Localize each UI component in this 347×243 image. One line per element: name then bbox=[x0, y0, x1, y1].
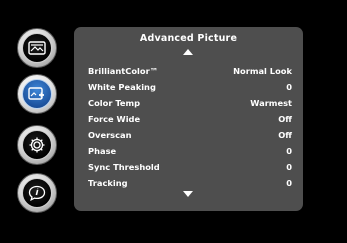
menu-item-label: White Peaking bbox=[88, 82, 156, 92]
menu-item-label: Tracking bbox=[88, 178, 128, 188]
advanced-picture-panel: Advanced Picture BrilliantColor™ Normal … bbox=[74, 27, 303, 211]
scroll-up-arrow-icon[interactable] bbox=[183, 49, 193, 55]
nav-settings-button[interactable] bbox=[17, 125, 57, 165]
menu-item-value: 0 bbox=[286, 162, 292, 172]
scroll-down-arrow-icon[interactable] bbox=[183, 191, 193, 197]
menu-item-label: Color Temp bbox=[88, 98, 141, 108]
menu-item-force-wide[interactable]: Force Wide Off bbox=[88, 111, 292, 127]
basic-picture-icon bbox=[22, 33, 52, 63]
menu-item-value: 0 bbox=[286, 82, 292, 92]
menu-item-label: Phase bbox=[88, 146, 117, 156]
menu-item-tracking[interactable]: Tracking 0 bbox=[88, 175, 292, 191]
menu-item-color-temp[interactable]: Color Temp Warmest bbox=[88, 95, 292, 111]
settings-gear-icon bbox=[22, 130, 52, 160]
menu-item-white-peaking[interactable]: White Peaking 0 bbox=[88, 79, 292, 95]
menu-item-value: Off bbox=[278, 130, 292, 140]
menu-item-phase[interactable]: Phase 0 bbox=[88, 143, 292, 159]
nav-basic-picture-button[interactable] bbox=[17, 28, 57, 68]
menu-item-overscan[interactable]: Overscan Off bbox=[88, 127, 292, 143]
menu-item-label: Overscan bbox=[88, 130, 132, 140]
nav-advanced-picture-button[interactable] bbox=[17, 74, 57, 114]
menu-item-value: Warmest bbox=[250, 98, 292, 108]
menu-item-value: 0 bbox=[286, 146, 292, 156]
menu-item-label: BrilliantColor™ bbox=[88, 66, 158, 76]
menu-item-label: Force Wide bbox=[88, 114, 141, 124]
osd-screen: Advanced Picture BrilliantColor™ Normal … bbox=[0, 0, 347, 243]
menu-item-value: Off bbox=[278, 114, 292, 124]
menu-item-value: Normal Look bbox=[233, 66, 292, 76]
nav-help-button[interactable] bbox=[17, 173, 57, 213]
advanced-picture-icon bbox=[22, 79, 52, 109]
menu-item-brilliantcolor[interactable]: BrilliantColor™ Normal Look bbox=[88, 63, 292, 79]
menu-item-label: Sync Threshold bbox=[88, 162, 160, 172]
menu-item-sync-threshold[interactable]: Sync Threshold 0 bbox=[88, 159, 292, 175]
help-info-icon bbox=[22, 178, 52, 208]
panel-title: Advanced Picture bbox=[139, 33, 238, 44]
menu-item-value: 0 bbox=[286, 178, 292, 188]
